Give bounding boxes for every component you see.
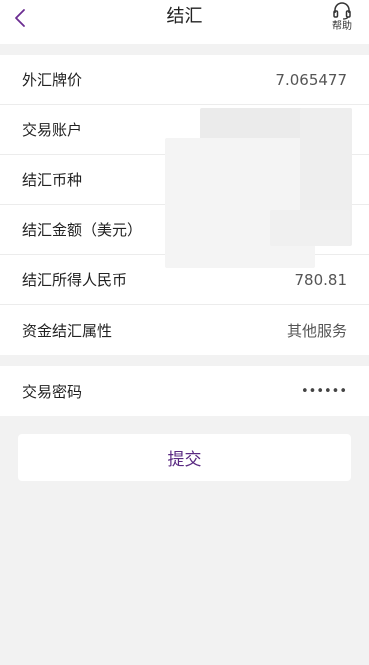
page-title: 结汇 xyxy=(166,6,203,27)
row-label: 结汇所得人民币 xyxy=(22,271,128,289)
row-label: 资金结汇属性 xyxy=(22,321,113,340)
row-value: 其他服务 xyxy=(286,321,347,340)
row-label: 外汇牌价 xyxy=(22,71,83,89)
row-value: 7.065477 xyxy=(275,70,347,89)
row-label: 交易密码 xyxy=(22,382,83,401)
redacted-region xyxy=(270,210,350,246)
row-value: 780.81 xyxy=(294,270,348,289)
password-section: 交易密码 •••••• xyxy=(0,366,369,416)
row-label: 结汇金额（美元） xyxy=(22,221,143,239)
row-fund-attribute[interactable]: 资金结汇属性 其他服务 xyxy=(0,305,369,355)
nav-bar: 结汇 帮助 xyxy=(0,0,369,44)
row-label: 结汇币种 xyxy=(22,171,83,189)
password-field[interactable]: •••••• xyxy=(301,384,347,399)
row-trading-password[interactable]: 交易密码 •••••• xyxy=(0,366,369,416)
row-label: 交易账户 xyxy=(22,121,83,139)
submit-button[interactable]: 提交 xyxy=(18,434,351,481)
headset-icon xyxy=(333,2,351,20)
help-button[interactable]: 帮助 xyxy=(329,2,355,33)
redacted-region xyxy=(165,138,315,268)
row-exchange-rate: 外汇牌价 7.065477 xyxy=(0,55,369,105)
help-label: 帮助 xyxy=(332,21,352,32)
